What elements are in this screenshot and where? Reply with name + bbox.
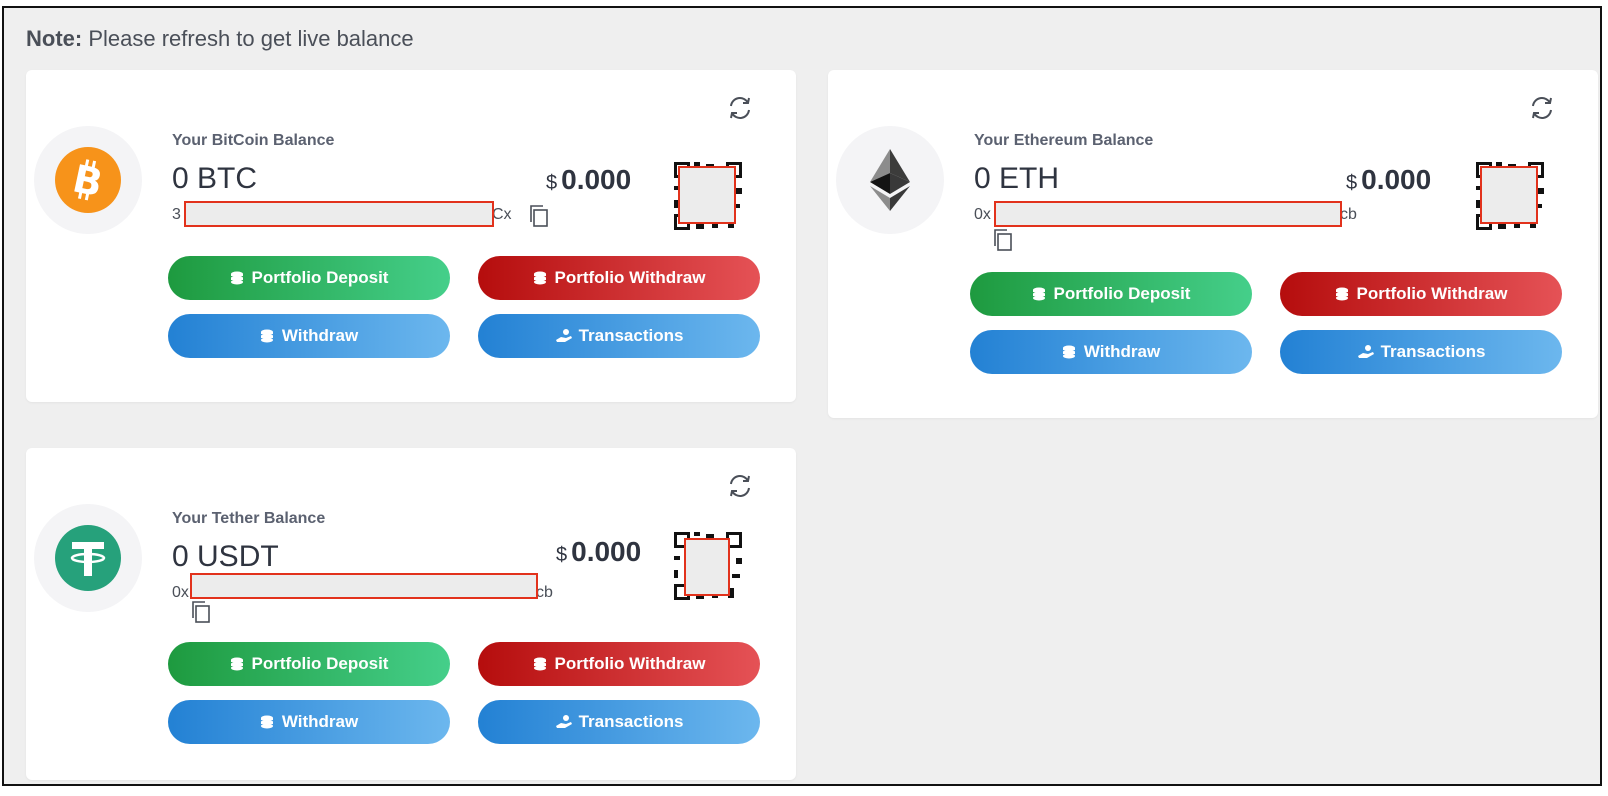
button-label: Portfolio Deposit	[1053, 284, 1191, 303]
usd-amount: 0.000	[1361, 164, 1432, 195]
button-label: Transactions	[578, 712, 684, 731]
coins-icon	[533, 656, 549, 672]
copy-icon[interactable]	[992, 228, 1014, 252]
currency-symbol: $	[1346, 172, 1358, 194]
withdraw-button[interactable]: Withdraw	[168, 700, 450, 744]
tether-logo-icon	[55, 525, 121, 591]
coins-icon	[260, 714, 276, 730]
balance-label: Your Tether Balance	[172, 510, 326, 527]
refresh-note: Note: Please refresh to get live balance	[26, 26, 414, 52]
address-start: 0x	[974, 206, 991, 223]
ethereum-logo-container	[836, 126, 944, 234]
button-label: Portfolio Deposit	[251, 654, 389, 673]
button-label: Transactions	[1380, 342, 1486, 361]
hand-coin-icon	[555, 328, 573, 344]
address-end-container: cb	[536, 584, 553, 602]
address-redaction	[184, 201, 494, 227]
coins-icon	[1062, 344, 1078, 360]
wallet-address: 0x	[172, 584, 189, 602]
button-label: Transactions	[578, 326, 684, 345]
note-prefix: Note:	[26, 26, 83, 51]
ethereum-logo-icon	[857, 147, 923, 213]
usd-amount: 0.000	[561, 164, 632, 195]
balance-amount: 0 USDT	[172, 540, 279, 573]
address-end-container: Cx	[492, 206, 512, 224]
usd-value: $0.000	[556, 536, 641, 568]
currency-symbol: $	[556, 544, 568, 566]
transactions-button[interactable]: Transactions	[478, 314, 760, 358]
qr-redaction	[684, 538, 730, 596]
coins-icon	[533, 270, 549, 286]
address-end-container: cb	[1340, 206, 1357, 224]
wallet-address: 0x	[974, 206, 991, 224]
portfolio-withdraw-button[interactable]: Portfolio Withdraw	[1280, 272, 1562, 316]
qr-code[interactable]	[672, 160, 744, 232]
coins-icon	[1032, 286, 1048, 302]
portfolio-withdraw-button[interactable]: Portfolio Withdraw	[478, 642, 760, 686]
usd-value: $0.000	[546, 164, 631, 196]
coins-icon	[230, 270, 246, 286]
button-label: Portfolio Withdraw	[554, 654, 706, 673]
button-label: Portfolio Withdraw	[554, 268, 706, 287]
button-label: Portfolio Withdraw	[1356, 284, 1508, 303]
balance-label: Your Ethereum Balance	[974, 132, 1154, 149]
address-start: 0x	[172, 584, 189, 601]
portfolio-withdraw-button[interactable]: Portfolio Withdraw	[478, 256, 760, 300]
coins-icon	[230, 656, 246, 672]
bitcoin-balance-card: B Your BitCoin Balance 0 BTC $0.000 3 Cx…	[26, 70, 796, 402]
usd-value: $0.000	[1346, 164, 1431, 196]
tether-logo-container	[34, 504, 142, 612]
address-end: cb	[536, 584, 553, 601]
transactions-button[interactable]: Transactions	[478, 700, 760, 744]
address-start: 3	[172, 206, 181, 223]
copy-icon[interactable]	[528, 204, 550, 228]
currency-symbol: $	[546, 172, 558, 194]
note-text: Please refresh to get live balance	[82, 26, 414, 51]
qr-redaction	[1480, 166, 1538, 224]
button-label: Withdraw	[281, 326, 359, 345]
refresh-icon[interactable]	[726, 472, 754, 500]
coins-icon	[1335, 286, 1351, 302]
address-redaction	[190, 573, 538, 599]
hand-coin-icon	[1357, 344, 1375, 360]
qr-code[interactable]	[672, 530, 744, 602]
coins-icon	[260, 328, 276, 344]
button-label: Withdraw	[281, 712, 359, 731]
wallet-address: 3	[172, 206, 181, 224]
withdraw-button[interactable]: Withdraw	[970, 330, 1252, 374]
qr-redaction	[678, 166, 736, 224]
transactions-button[interactable]: Transactions	[1280, 330, 1562, 374]
portfolio-deposit-button[interactable]: Portfolio Deposit	[970, 272, 1252, 316]
copy-icon[interactable]	[190, 600, 212, 624]
address-end: cb	[1340, 206, 1357, 223]
balance-amount: 0 ETH	[974, 162, 1060, 195]
ethereum-balance-card: Your Ethereum Balance 0 ETH $0.000 0x cb…	[828, 70, 1598, 418]
hand-coin-icon	[555, 714, 573, 730]
qr-code[interactable]	[1474, 160, 1546, 232]
bitcoin-logo-icon: B	[55, 147, 121, 213]
page-frame: Note: Please refresh to get live balance…	[2, 6, 1602, 786]
tether-balance-card: Your Tether Balance 0 USDT $0.000 0x cb …	[26, 448, 796, 780]
portfolio-deposit-button[interactable]: Portfolio Deposit	[168, 642, 450, 686]
address-redaction	[994, 201, 1342, 227]
button-label: Withdraw	[1083, 342, 1161, 361]
portfolio-deposit-button[interactable]: Portfolio Deposit	[168, 256, 450, 300]
refresh-icon[interactable]	[1528, 94, 1556, 122]
withdraw-button[interactable]: Withdraw	[168, 314, 450, 358]
balance-amount: 0 BTC	[172, 162, 258, 195]
bitcoin-logo-container: B	[34, 126, 142, 234]
button-label: Portfolio Deposit	[251, 268, 389, 287]
balance-label: Your BitCoin Balance	[172, 132, 335, 149]
address-end: Cx	[492, 206, 512, 223]
usd-amount: 0.000	[571, 536, 642, 567]
refresh-icon[interactable]	[726, 94, 754, 122]
